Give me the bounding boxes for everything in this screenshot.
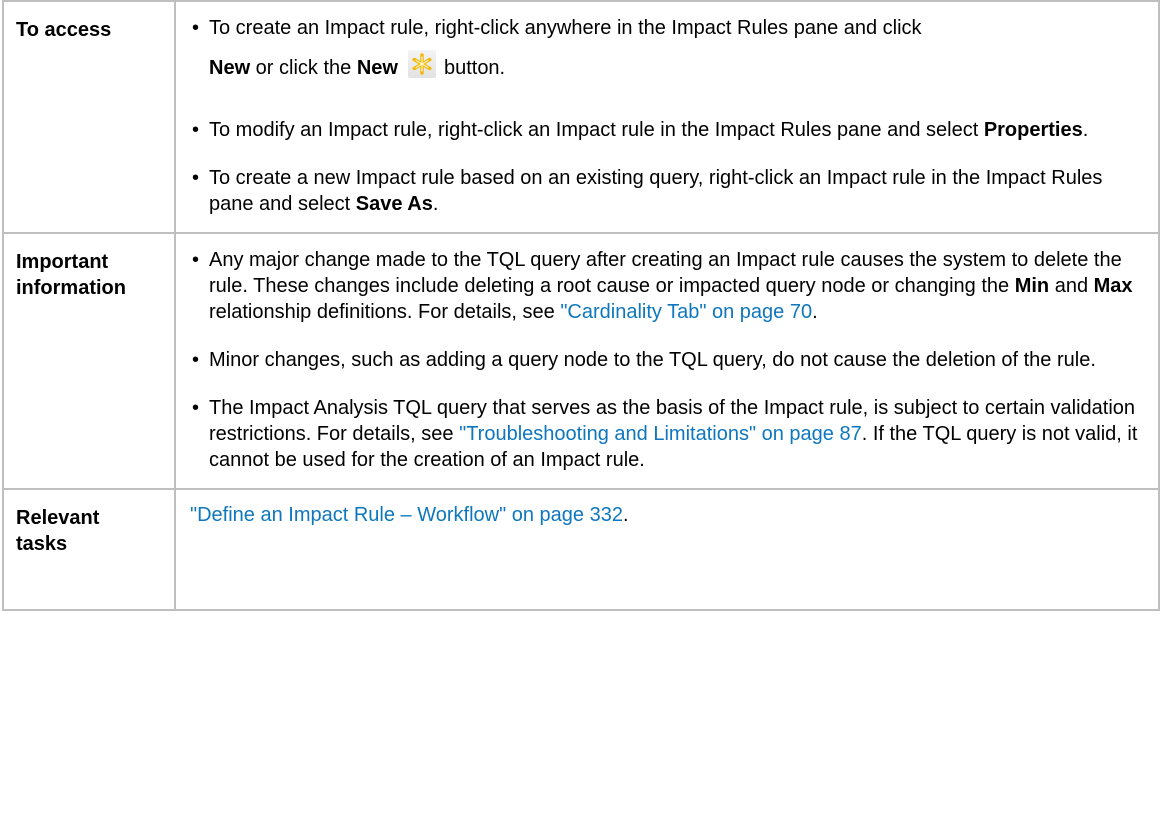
bold-min: Min	[1014, 275, 1050, 297]
link-troubleshooting[interactable]: "Troubleshooting and Limitations" on pag…	[459, 423, 862, 445]
info-table: To access To create an Impact rule, righ…	[2, 0, 1160, 611]
row-content-important-information: Any major change made to the TQL query a…	[174, 232, 1160, 490]
link-cardinality-tab[interactable]: "Cardinality Tab" on page 70	[560, 301, 812, 323]
list-item-create-rule: To create an Impact rule, right-click an…	[190, 15, 1144, 95]
row-relevant-tasks: Relevant tasks "Define an Impact Rule – …	[2, 488, 1160, 611]
list-item-minor-changes: Minor changes, such as adding a query no…	[190, 347, 1144, 373]
row-content-relevant-tasks: "Define an Impact Rule – Workflow" on pa…	[174, 488, 1160, 611]
bold-max: Max	[1093, 275, 1133, 297]
row-to-access: To access To create an Impact rule, righ…	[2, 0, 1160, 234]
list-item-modify-rule: To modify an Impact rule, right-click an…	[190, 117, 1144, 143]
bold-save-as: Save As	[355, 193, 433, 215]
bullet-list: Any major change made to the TQL query a…	[190, 247, 1144, 473]
list-item-major-change: Any major change made to the TQL query a…	[190, 247, 1144, 325]
row-important-information: Important information Any major change m…	[2, 232, 1160, 490]
link-define-impact-rule-workflow[interactable]: "Define an Impact Rule – Workflow" on pa…	[190, 504, 623, 526]
bold-properties: Properties	[983, 119, 1083, 141]
bold-new: New	[209, 57, 251, 79]
list-item-save-as: To create a new Impact rule based on an …	[190, 165, 1144, 217]
row-label-to-access: To access	[2, 0, 176, 234]
label-text: To access	[16, 19, 112, 41]
new-star-icon	[407, 50, 436, 78]
bold-new: New	[356, 57, 398, 79]
row-content-to-access: To create an Impact rule, right-click an…	[174, 0, 1160, 234]
list-item-validation: The Impact Analysis TQL query that serve…	[190, 395, 1144, 473]
row-label-relevant-tasks: Relevant tasks	[2, 488, 176, 611]
bullet-list: To create an Impact rule, right-click an…	[190, 15, 1144, 217]
row-label-important-information: Important information	[2, 232, 176, 490]
